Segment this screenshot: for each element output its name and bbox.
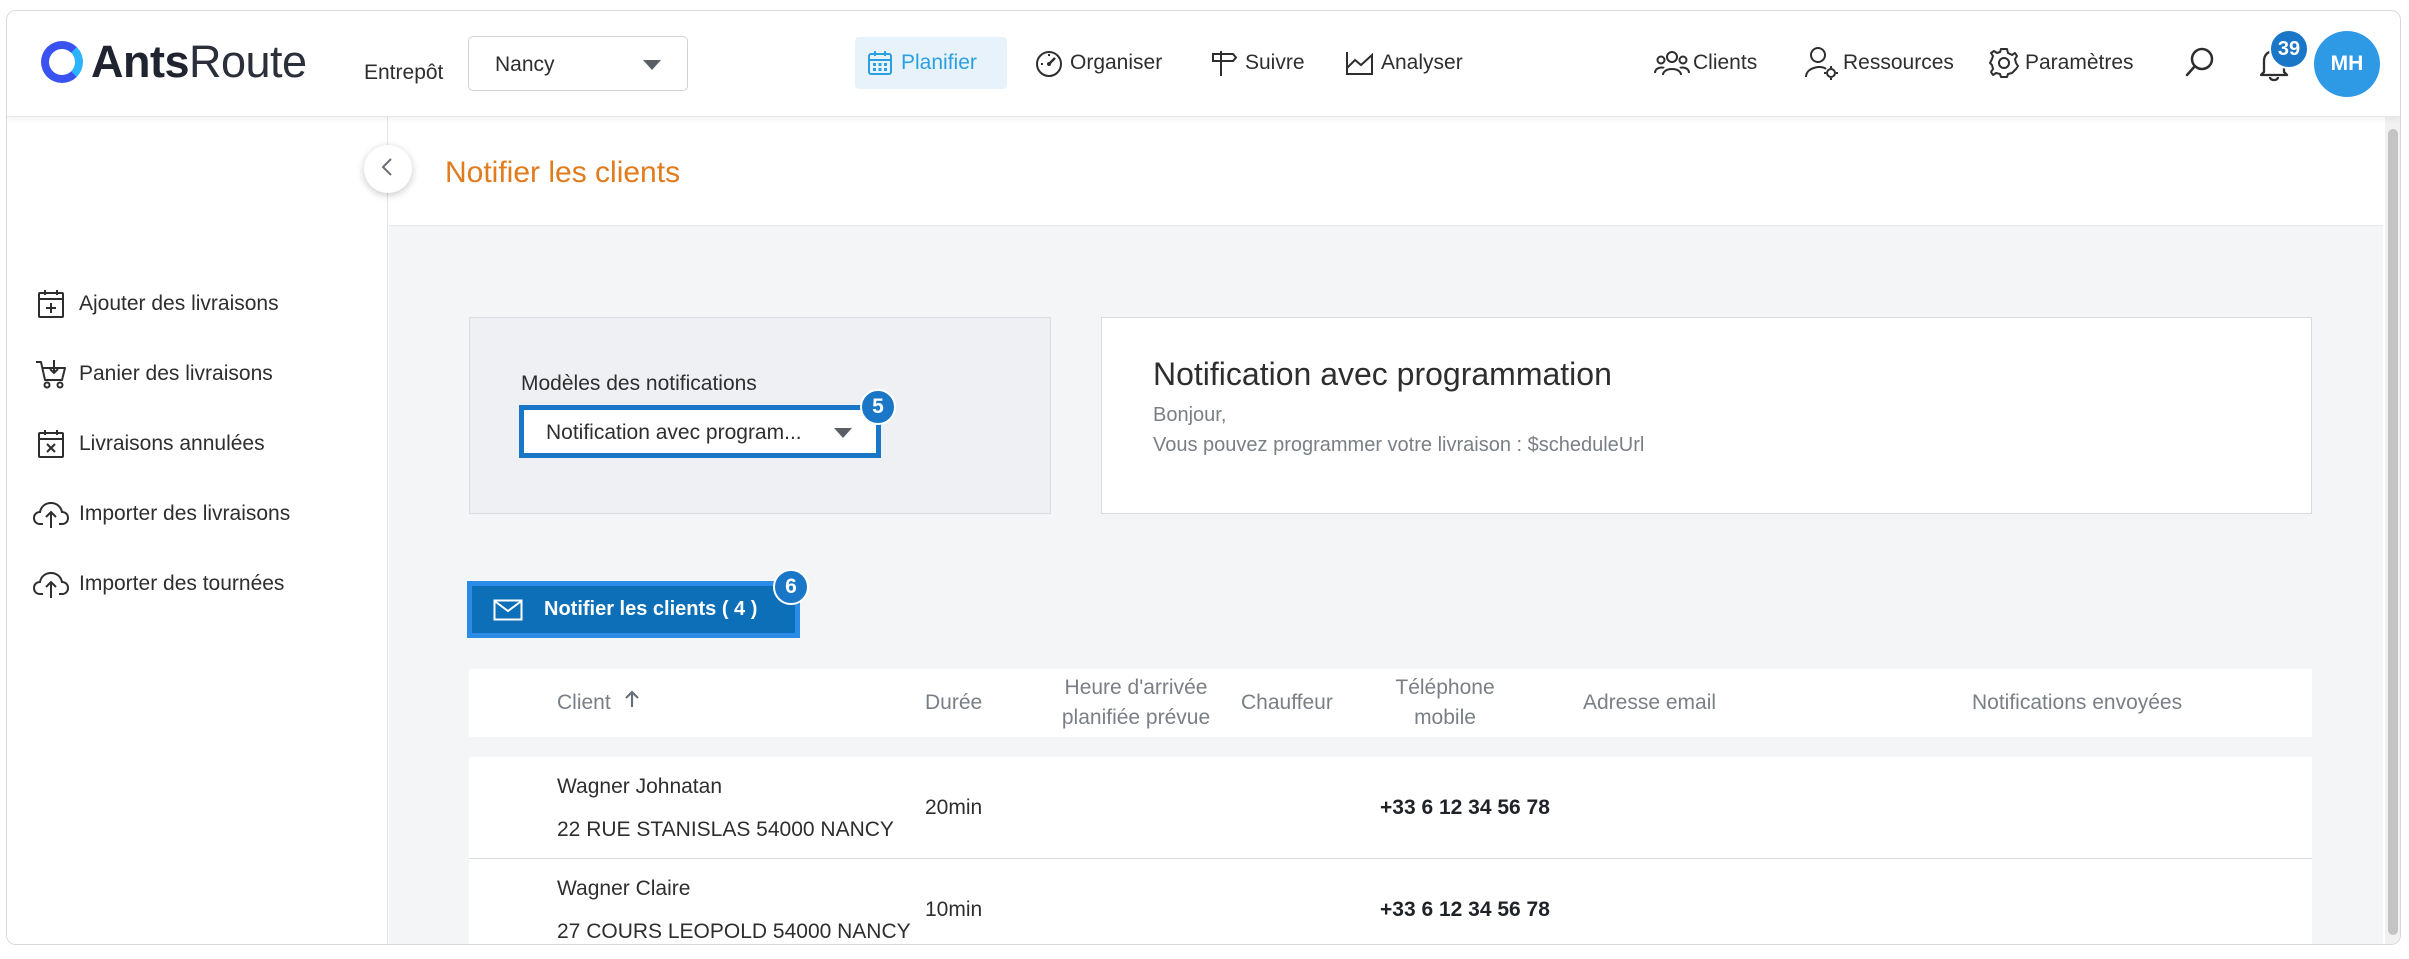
- search-icon: [2183, 45, 2217, 84]
- calendar-plus-icon: [33, 286, 69, 322]
- search-button[interactable]: [2175, 39, 2225, 89]
- chevron-left-icon: [378, 156, 398, 183]
- nav-planifier[interactable]: Planifier: [855, 37, 1007, 89]
- chevron-down-icon: [643, 60, 661, 70]
- sidebar-item-importer-livraisons[interactable]: Importer des livraisons: [33, 494, 290, 534]
- sidebar-item-ajouter-livraisons[interactable]: Ajouter des livraisons: [33, 284, 279, 324]
- logo-mark-icon: [41, 41, 83, 83]
- nav-organiser-label: Organiser: [1070, 51, 1163, 74]
- app-window: AntsRoute Entrepôt Nancy Planifier Organ…: [6, 10, 2401, 945]
- nav-clients[interactable]: Clients: [1653, 37, 1757, 89]
- antsroute-logo[interactable]: AntsRoute: [41, 36, 307, 87]
- collapse-sidebar-button[interactable]: [364, 145, 412, 193]
- sidebar-item-label: Ajouter des livraisons: [79, 292, 279, 315]
- table-header: Client Durée Heure d'arrivée planifiée p…: [469, 669, 2312, 737]
- nav-clients-label: Clients: [1693, 51, 1758, 74]
- signpost-icon: [1207, 46, 1241, 80]
- column-notifications-envoyees[interactable]: Notifications envoyées: [1972, 688, 2182, 718]
- table-row[interactable]: Wagner Johnatan 22 RUE STANISLAS 54000 N…: [469, 757, 2312, 859]
- telephone-value: +33 6 12 34 56 78: [1380, 898, 1550, 921]
- client-name: Wagner Claire: [557, 877, 691, 900]
- notifications-count-badge: 39: [2269, 29, 2309, 69]
- gear-icon: [1985, 44, 2023, 82]
- scrollbar-thumb[interactable]: [2388, 129, 2398, 935]
- client-address: 27 COURS LEOPOLD 54000 NANCY: [557, 920, 911, 943]
- client-name: Wagner Johnatan: [557, 775, 722, 798]
- nav-ressources[interactable]: Ressources: [1803, 37, 1954, 89]
- step-badge: 5: [860, 389, 896, 425]
- nav-parametres-label: Paramètres: [2025, 51, 2134, 74]
- column-heure-arrivee[interactable]: Heure d'arrivée planifiée prévue: [1051, 673, 1221, 733]
- nav-parametres[interactable]: Paramètres: [1985, 37, 2134, 89]
- nav-organiser[interactable]: Organiser: [1024, 37, 1170, 89]
- cloud-upload-icon: [33, 496, 69, 532]
- sidebar: Ajouter des livraisons Panier des livrai…: [7, 117, 388, 944]
- entrepot-select[interactable]: Nancy: [468, 36, 688, 91]
- page-title-bar: Notifier les clients: [389, 117, 2383, 226]
- page-title: Notifier les clients: [445, 156, 681, 189]
- user-gear-icon: [1803, 44, 1841, 82]
- sidebar-item-label: Livraisons annulées: [79, 432, 265, 455]
- column-duree[interactable]: Durée: [925, 688, 982, 718]
- nav-analyser[interactable]: Analyser: [1335, 37, 1471, 89]
- nav-suivre[interactable]: Suivre: [1199, 37, 1313, 89]
- table-row[interactable]: Wagner Claire 27 COURS LEOPOLD 54000 NAN…: [469, 859, 2312, 944]
- nav-planifier-label: Planifier: [901, 51, 977, 74]
- arrow-up-icon: [623, 688, 641, 718]
- entrepot-value: Nancy: [495, 53, 555, 76]
- sidebar-item-importer-tournees[interactable]: Importer des tournées: [33, 564, 284, 604]
- template-select[interactable]: Notification avec program...: [519, 405, 881, 458]
- sidebar-item-livraisons-annulees[interactable]: Livraisons annulées: [33, 424, 265, 464]
- template-selected-value: Notification avec program...: [546, 421, 802, 444]
- gauge-icon: [1032, 46, 1066, 80]
- telephone-value: +33 6 12 34 56 78: [1380, 796, 1550, 819]
- duree-value: 10min: [925, 898, 983, 921]
- preview-greeting: Bonjour,: [1153, 404, 1227, 426]
- sidebar-item-label: Importer des tournées: [79, 572, 285, 595]
- sidebar-item-label: Importer des livraisons: [79, 502, 291, 525]
- cloud-upload-icon: [33, 566, 69, 602]
- users-group-icon: [1653, 44, 1691, 82]
- sidebar-item-panier-livraisons[interactable]: Panier des livraisons: [33, 354, 273, 394]
- logo-text: AntsRoute: [91, 36, 307, 87]
- notify-clients-button[interactable]: Notifier les clients ( 4 ): [467, 581, 800, 638]
- client-address: 22 RUE STANISLAS 54000 NANCY: [557, 818, 894, 841]
- calendar-icon: [863, 46, 897, 80]
- preview-body: Vous pouvez programmer votre livraison :…: [1153, 434, 1645, 456]
- user-avatar[interactable]: MH: [2314, 31, 2380, 97]
- chart-area-icon: [1343, 46, 1377, 80]
- chevron-down-icon: [834, 428, 852, 438]
- nav-suivre-label: Suivre: [1245, 51, 1305, 74]
- vertical-scrollbar[interactable]: [2385, 117, 2400, 944]
- notify-clients-label: Notifier les clients ( 4 ): [544, 598, 758, 620]
- duree-value: 20min: [925, 796, 983, 819]
- notification-preview-panel: Notification avec programmation Bonjour,…: [1101, 317, 2312, 514]
- preview-title: Notification avec programmation: [1153, 356, 1612, 392]
- cart-icon: [33, 356, 69, 392]
- column-client[interactable]: Client: [557, 688, 641, 718]
- nav-ressources-label: Ressources: [1843, 51, 1954, 74]
- top-navigation-bar: AntsRoute Entrepôt Nancy Planifier Organ…: [7, 11, 2400, 117]
- templates-label: Modèles des notifications: [521, 372, 757, 395]
- envelope-icon: [492, 597, 524, 623]
- step-badge: 6: [773, 569, 809, 605]
- nav-analyser-label: Analyser: [1381, 51, 1463, 74]
- sidebar-item-label: Panier des livraisons: [79, 362, 273, 385]
- column-telephone[interactable]: Téléphone mobile: [1385, 673, 1505, 733]
- column-adresse-email[interactable]: Adresse email: [1583, 688, 1716, 718]
- column-chauffeur[interactable]: Chauffeur: [1241, 688, 1333, 718]
- calendar-x-icon: [33, 426, 69, 462]
- entrepot-label: Entrepôt: [364, 61, 444, 84]
- notification-templates-panel: Modèles des notifications Notification a…: [469, 317, 1051, 514]
- main-content: Notifier les clients Modèles des notific…: [389, 117, 2383, 944]
